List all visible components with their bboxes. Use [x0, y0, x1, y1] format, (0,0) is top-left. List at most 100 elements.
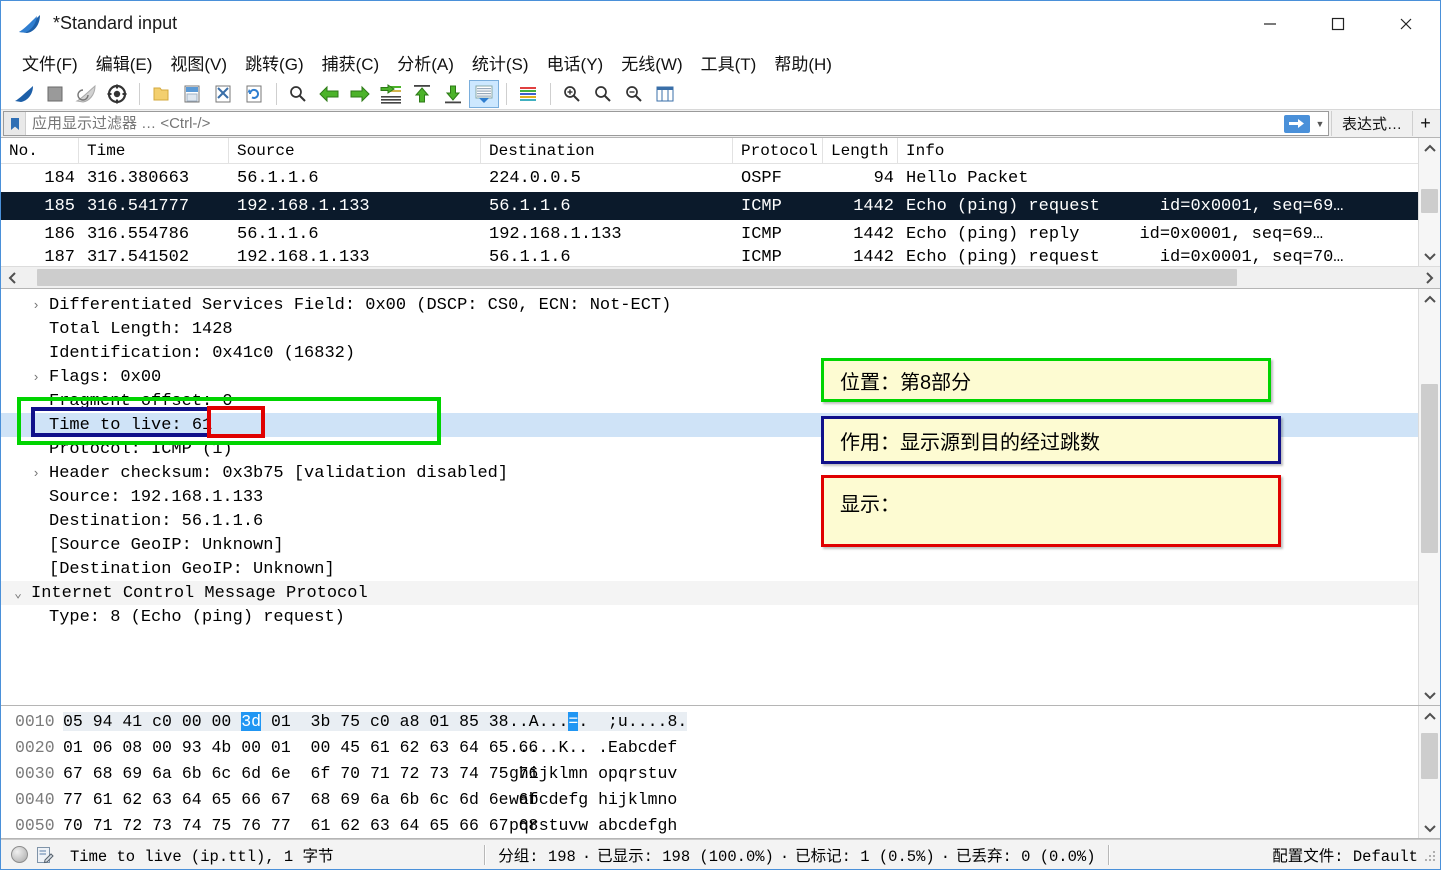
menu-statistics[interactable]: 统计(S)	[465, 48, 536, 77]
reload-file-icon[interactable]	[239, 80, 269, 108]
chevron-down-icon[interactable]: ⌄	[11, 586, 25, 601]
zoom-out-icon[interactable]	[588, 80, 618, 108]
menu-wireless[interactable]: 无线(W)	[614, 48, 689, 77]
detail-row-icmp[interactable]: ⌄ Internet Control Message Protocol	[1, 581, 1418, 605]
scroll-thumb[interactable]	[1421, 733, 1438, 780]
menu-capture[interactable]: 捕获(C)	[315, 48, 387, 77]
menu-analyze[interactable]: 分析(A)	[390, 48, 461, 77]
capture-file-properties-icon[interactable]	[36, 846, 54, 864]
display-filter-input[interactable]	[26, 112, 1282, 135]
menu-go[interactable]: 跳转(G)	[238, 48, 311, 77]
scroll-down-icon[interactable]	[1419, 685, 1440, 705]
scroll-thumb[interactable]	[1421, 384, 1438, 554]
go-last-packet-icon[interactable]	[438, 80, 468, 108]
column-header-length[interactable]: Length	[823, 138, 898, 164]
resize-grip-icon[interactable]	[1425, 848, 1437, 866]
display-filter-input-wrap[interactable]: ▼	[3, 111, 1329, 136]
packet-list-vertical-scrollbar[interactable]	[1418, 138, 1440, 266]
column-header-source[interactable]: Source	[229, 138, 481, 164]
scroll-down-icon[interactable]	[1419, 246, 1440, 266]
packet-details-tree[interactable]: › Differentiated Services Field: 0x00 (D…	[1, 289, 1418, 705]
restart-capture-icon[interactable]	[71, 80, 101, 108]
zoom-in-icon[interactable]	[557, 80, 587, 108]
menu-tools[interactable]: 工具(T)	[694, 48, 764, 77]
hex-row[interactable]: 0030 67 68 69 6a 6b 6c 6d 6e 6f 70 71 72…	[1, 760, 1418, 786]
start-capture-icon[interactable]	[9, 80, 39, 108]
hex-row[interactable]: 0050 70 71 72 73 74 75 76 77 61 62 63 64…	[1, 812, 1418, 838]
cell-no: 185	[44, 196, 75, 216]
packet-list-pane: No. Time Source Destination Protocol Len…	[1, 138, 1440, 289]
auto-scroll-icon[interactable]	[469, 79, 499, 108]
find-packet-icon[interactable]	[283, 80, 313, 108]
column-header-info[interactable]: Info	[898, 138, 1418, 164]
chevron-right-icon[interactable]: ›	[29, 466, 43, 481]
close-button[interactable]	[1372, 1, 1440, 46]
detail-text: Header checksum: 0x3b75 [validation disa…	[49, 463, 509, 483]
bookmark-icon[interactable]	[4, 112, 26, 135]
hex-ascii: wabcdefg hijklmno	[509, 789, 678, 809]
filter-expression-button[interactable]: 表达式…	[1330, 111, 1412, 136]
menu-view[interactable]: 视图(V)	[163, 48, 234, 77]
chevron-down-icon[interactable]: ▼	[1312, 119, 1328, 129]
scroll-thumb[interactable]	[36, 269, 1237, 286]
menu-telephony[interactable]: 电话(Y)	[540, 48, 611, 77]
table-row[interactable]: 185 316.541777 192.168.1.133 56.1.1.6 IC…	[1, 192, 1418, 220]
scroll-track[interactable]	[1419, 726, 1440, 818]
scroll-up-icon[interactable]	[1419, 138, 1440, 158]
hex-dump[interactable]: 0010 05 94 41 c0 00 00 3d 01 3b 75 c0 a8…	[1, 706, 1418, 838]
apply-filter-arrow-icon[interactable]	[1282, 114, 1312, 133]
table-row[interactable]: 186 316.554786 56.1.1.6 192.168.1.133 IC…	[1, 220, 1418, 248]
scroll-up-icon[interactable]	[1419, 706, 1440, 726]
cell-no: 184	[44, 168, 75, 188]
column-header-protocol[interactable]: Protocol	[733, 138, 823, 164]
chevron-right-icon[interactable]: ›	[29, 370, 43, 385]
zoom-reset-icon[interactable]	[619, 80, 649, 108]
save-file-icon[interactable]	[177, 80, 207, 108]
column-header-time[interactable]: Time	[79, 138, 229, 164]
scroll-down-icon[interactable]	[1419, 818, 1440, 838]
resize-columns-icon[interactable]	[650, 80, 680, 108]
table-row[interactable]: 187 317.541502 192.168.1.133 56.1.1.6 IC…	[1, 248, 1418, 266]
scroll-right-icon[interactable]	[1418, 267, 1440, 289]
detail-row[interactable]: Total Length: 1428	[1, 317, 1418, 341]
packet-list-horizontal-scrollbar[interactable]	[1, 266, 1440, 288]
scroll-thumb[interactable]	[1421, 188, 1438, 214]
scroll-left-icon[interactable]	[1, 267, 23, 289]
expert-info-icon[interactable]	[11, 846, 28, 863]
menu-file[interactable]: 文件(F)	[15, 48, 85, 77]
hex-bytes-pre: 05 94 41 c0 00 00	[63, 711, 242, 731]
status-profile[interactable]: 配置文件: Default	[1272, 844, 1440, 866]
menu-edit[interactable]: 编辑(E)	[89, 48, 160, 77]
table-row[interactable]: 184 316.380663 56.1.1.6 224.0.0.5 OSPF 9…	[1, 164, 1418, 192]
detail-row[interactable]: Type: 8 (Echo (ping) request)	[1, 605, 1418, 629]
add-filter-button[interactable]: +	[1412, 111, 1438, 136]
go-back-icon[interactable]	[314, 80, 344, 108]
scroll-track[interactable]	[23, 267, 1418, 288]
cell-source: 56.1.1.6	[237, 224, 319, 244]
hex-row[interactable]: 0020 01 06 08 00 93 4b 00 01 00 45 61 62…	[1, 734, 1418, 760]
scroll-track[interactable]	[1419, 309, 1440, 685]
column-header-destination[interactable]: Destination	[481, 138, 733, 164]
maximize-button[interactable]	[1304, 1, 1372, 46]
colorize-icon[interactable]	[513, 80, 543, 108]
open-file-icon[interactable]	[146, 80, 176, 108]
menu-help[interactable]: 帮助(H)	[767, 48, 839, 77]
hex-row[interactable]: 0040 77 61 62 63 64 65 66 67 68 69 6a 6b…	[1, 786, 1418, 812]
detail-row[interactable]: › Differentiated Services Field: 0x00 (D…	[1, 293, 1418, 317]
hex-row[interactable]: 0010 05 94 41 c0 00 00 3d 01 3b 75 c0 a8…	[1, 708, 1418, 734]
close-file-icon[interactable]	[208, 80, 238, 108]
go-to-packet-icon[interactable]	[376, 80, 406, 108]
chevron-right-icon[interactable]: ›	[29, 298, 43, 313]
scroll-up-icon[interactable]	[1419, 289, 1440, 309]
column-header-no[interactable]: No.	[1, 138, 79, 164]
packet-details-vertical-scrollbar[interactable]	[1418, 289, 1440, 705]
stop-capture-icon[interactable]	[40, 80, 70, 108]
detail-row[interactable]: [Destination GeoIP: Unknown]	[1, 557, 1418, 581]
packet-bytes-vertical-scrollbar[interactable]	[1418, 706, 1440, 838]
go-first-packet-icon[interactable]	[407, 80, 437, 108]
capture-options-icon[interactable]	[102, 80, 132, 108]
go-forward-icon[interactable]	[345, 80, 375, 108]
minimize-button[interactable]	[1236, 1, 1304, 46]
hex-ascii: ghijklmn opqrstuv	[509, 763, 678, 783]
scroll-track[interactable]	[1419, 158, 1440, 246]
